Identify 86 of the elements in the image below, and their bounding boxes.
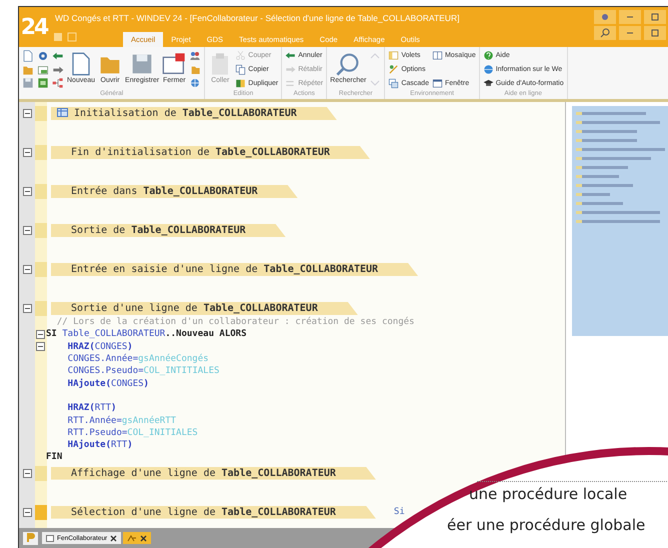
document-icon [22,50,34,62]
event-header[interactable]: Initialisation de Table_COLLABORATEUR [51,107,337,120]
event-header[interactable]: Entrée en saisie d'une ligne de Table_COLLABORATEUR [51,263,418,276]
close-icon [110,534,118,542]
restore-button[interactable] [644,26,666,40]
table-icon [57,108,68,117]
collapse-icon [22,468,32,478]
search-icon [600,28,610,38]
toolbar-button[interactable] [52,77,64,89]
search-button[interactable] [594,26,616,40]
code-line: RTT.Année=gsAnnéeRTT [66,416,176,426]
toolbar-button[interactable] [22,50,34,62]
code-line: HAjoute(CONGES) [66,378,149,389]
event-header[interactable]: Affichage d'une ligne de Table_COLLABORATEUR [51,466,376,480]
code-line: HAjoute(RTT) [66,440,133,450]
window-icon [67,32,77,42]
panes-icon [388,50,400,61]
collapse-icon [22,304,32,313]
event-header[interactable]: Sélection d'une ligne de Table_COLLABORATEUR [51,506,376,519]
code-icon [127,534,138,542]
repeat-icon [285,78,296,89]
menu-item[interactable]: une procédure locale [469,485,646,503]
window-title: WD Congés et RTT - WINDEV 24 - [FenCollaborateur - Sélection d'une ligne de Table_COLLABORATEUR] [54,12,460,25]
collapse-icon [22,148,32,157]
toolbar-button[interactable] [37,77,49,89]
toolbar-button[interactable] [52,50,64,62]
graduation-cap-icon [482,78,494,89]
pin-icon [600,12,610,22]
duplicate-icon [235,78,246,89]
undo-arrow-icon [285,50,296,61]
redo-arrow-icon [285,64,296,75]
scissors-icon [235,50,246,61]
app-logo: 24 [20,14,49,42]
code-line: SI Table_COLLABORATEUR..Nouveau ALORS [46,329,246,340]
toolbar-button[interactable] [37,50,49,62]
diagram-icon [52,77,64,89]
maximize-icon [650,12,660,22]
left-arrow-icon [52,50,64,62]
window-icon [46,534,54,542]
code-line: HRAZ(RTT) [66,403,116,414]
code-hint: Si [394,507,405,518]
help-icon [482,50,494,61]
collapse-icon [22,187,32,196]
window-icon [37,64,49,76]
code-line: CONGES.Pseudo=COL_INTITIALES [66,366,220,376]
maximize-button[interactable] [644,10,666,24]
tile-windows-icon [432,50,443,61]
toolbar-button[interactable] [189,64,202,76]
cascade-icon [388,78,400,89]
toolbar-button[interactable] [22,77,34,89]
close-icon [140,534,148,542]
collapse-icon [22,265,32,274]
event-header[interactable]: Fin d'initialisation de Table_COLLABORATEUR [51,146,370,159]
grid-icon [53,32,63,42]
event-header[interactable]: Sortie d'une ligne de Table_COLLABORATEUR [51,302,358,315]
people-icon [189,50,202,62]
gear-icon [37,50,49,62]
document-tab[interactable] [123,532,152,544]
pin-button[interactable] [594,10,616,24]
letter-p-icon [26,532,35,542]
globe-icon [189,77,202,89]
copy-icon [235,64,246,75]
project-icon[interactable] [23,532,38,544]
event-header[interactable]: Entrée dans Table_COLLABORATEUR [51,185,298,198]
folder-icon [22,64,34,76]
menu-item[interactable]: éer une procédure globale [447,516,646,534]
collapse-icon [22,508,32,517]
close-window-icon [162,52,186,76]
search-icon [336,52,360,76]
code-line: FIN [46,452,62,462]
code-line: RTT.Pseudo=COL_INITIALES [66,428,198,438]
code-line: HRAZ(CONGES) [66,342,133,352]
globe-icon [482,64,494,75]
code-line: CONGES.Année=gsAnnéeCongés [66,354,209,364]
toolbar-button[interactable] [189,50,202,62]
restore-icon [650,28,660,38]
image-box-icon [37,77,49,89]
toolbar-button[interactable] [37,64,49,76]
window-icon [432,78,443,89]
collapse-icon [22,226,32,235]
folder-icon [189,64,202,76]
event-header[interactable]: Sortie de Table_COLLABORATEUR [51,224,286,237]
code-line: // Lors de la création d'un collaborateur : création de ses congés [56,317,414,328]
options-icon [388,64,400,75]
toolbar-button[interactable] [22,64,34,76]
collapse-icon [22,109,32,118]
